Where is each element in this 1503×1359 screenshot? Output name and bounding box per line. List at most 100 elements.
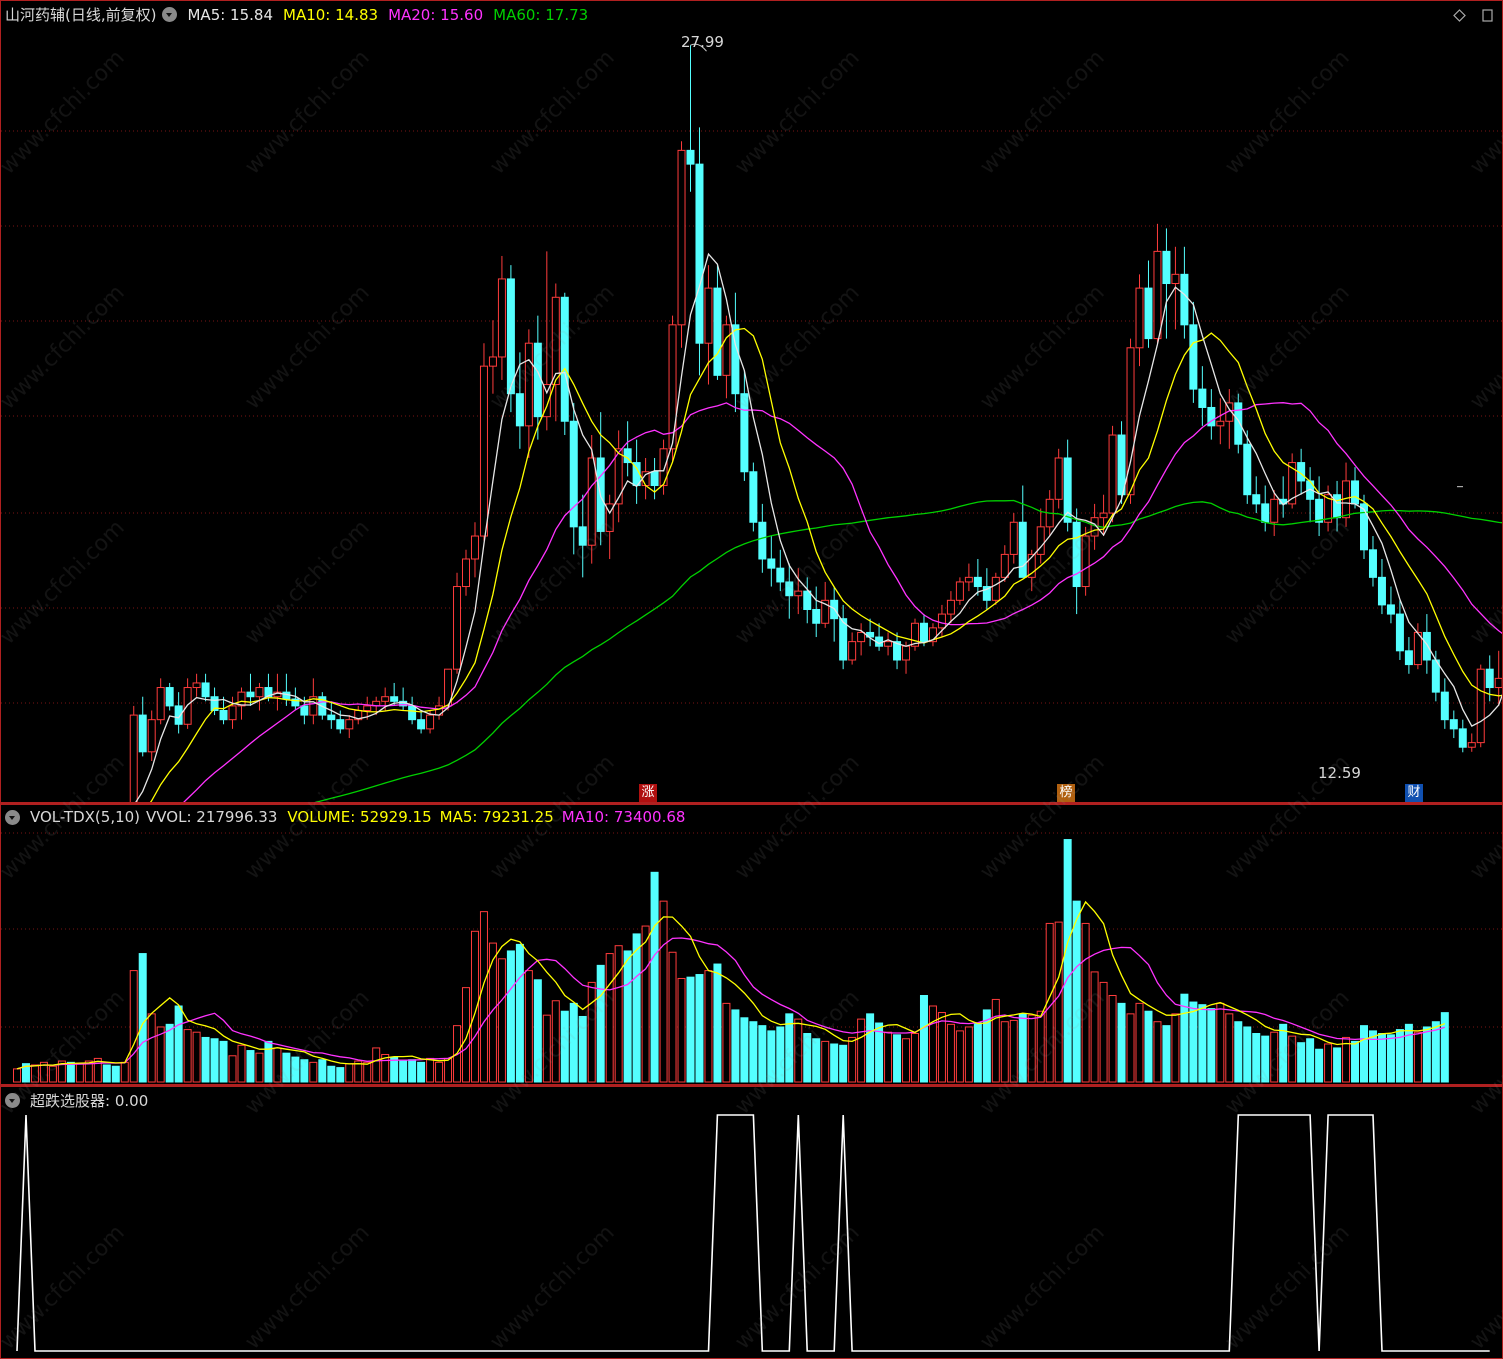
volume-bar-down	[1351, 1040, 1360, 1083]
volume-bar-down	[596, 964, 605, 1083]
candle-down	[1395, 613, 1404, 652]
candle-down	[578, 526, 587, 546]
candle-up	[1171, 273, 1180, 285]
volume-bar-up	[1054, 921, 1063, 1083]
volume-bar-up	[677, 977, 686, 1083]
candle-up	[345, 719, 354, 730]
limit-up-tag[interactable]: 涨	[639, 784, 657, 802]
candle-down	[201, 682, 210, 698]
volume-bar-down	[506, 950, 515, 1083]
volume-bar-up	[614, 945, 623, 1083]
volume-pane[interactable]: VOL-TDX(5,10) VVOL: 217996.33 VOLUME: 52…	[0, 803, 1503, 1085]
volume-bar-up	[255, 1052, 264, 1083]
volume-bar-up	[444, 1057, 453, 1083]
volume-bar-up	[273, 1047, 282, 1083]
volume-bar-up	[946, 1023, 955, 1083]
volume-bar-up	[120, 1061, 129, 1083]
volume-bar-up	[641, 925, 650, 1083]
volume-bar-down	[399, 1060, 408, 1083]
candle-up	[902, 645, 911, 661]
volume-bar-down	[893, 1034, 902, 1083]
volume-bar-up	[75, 1063, 84, 1083]
price-pane[interactable]: 山河药辅(日线,前复权) MA5: 15.84 MA10: 14.83 MA20…	[0, 0, 1503, 803]
volume-bar-down	[219, 1040, 228, 1083]
volume-bar-down	[776, 1026, 785, 1083]
indicator-dropdown-icon[interactable]	[162, 7, 178, 22]
volume-bar-down	[165, 1023, 174, 1083]
vvol-readout: VVOL: 217996.33	[146, 808, 278, 826]
candle-down	[1189, 324, 1198, 390]
indicator2-dropdown-icon[interactable]	[5, 1093, 20, 1108]
volume-bar-up	[605, 953, 614, 1083]
candle-down	[695, 163, 704, 344]
volume-chart[interactable]	[1, 805, 1502, 1085]
volume-bar-up	[426, 1057, 435, 1083]
candle-down	[749, 471, 758, 523]
volume-bar-down	[246, 1050, 255, 1083]
volume-bar-up	[659, 900, 668, 1083]
volume-dropdown-icon[interactable]	[5, 809, 20, 825]
candle-down	[758, 521, 767, 560]
indicator-name[interactable]: 超跌选股器	[30, 1090, 105, 1111]
candle-up	[470, 535, 479, 560]
candle-down	[246, 691, 255, 698]
volume-bar-up	[1153, 1021, 1162, 1083]
oversold-selector-chart[interactable]	[1, 1087, 1502, 1359]
candle-up	[587, 457, 596, 546]
volume-bar-up	[1090, 971, 1099, 1083]
candle-down	[839, 618, 848, 661]
volume-bar-up	[183, 1029, 192, 1083]
stock-title[interactable]: 山河药辅(日线,前复权)	[5, 4, 156, 25]
volume-bar-up	[13, 1068, 21, 1083]
candle-up	[1153, 250, 1162, 340]
finance-tag[interactable]: 财	[1405, 784, 1423, 802]
candle-down	[1243, 443, 1252, 496]
volume-bar-down	[300, 1059, 309, 1083]
vol-indicator-name[interactable]: VOL-TDX(5,10)	[30, 808, 140, 826]
candle-down	[408, 705, 417, 721]
volume-bar-up	[857, 1018, 866, 1083]
window-restore-icon[interactable]	[1481, 9, 1494, 22]
volume-bar-down	[866, 1013, 875, 1083]
volume-bar-down	[812, 1038, 821, 1083]
candle-up	[381, 696, 390, 702]
candle-up	[237, 691, 246, 707]
volume-bar-down	[174, 1005, 183, 1083]
candle-up	[946, 599, 955, 615]
candle-down	[812, 608, 821, 624]
volume-bar-up	[955, 1030, 964, 1083]
volume-bar-down	[632, 933, 641, 1083]
high-price-label: 27.99	[681, 33, 724, 51]
price-chart[interactable]	[1, 1, 1502, 802]
volume-bar-up	[542, 1014, 551, 1083]
volume-bar-down	[749, 1021, 758, 1083]
volume-bar-down	[695, 974, 704, 1083]
candle-down	[785, 581, 794, 597]
candle-down	[1333, 494, 1342, 519]
candle-down	[1368, 549, 1377, 578]
candle-up	[857, 631, 866, 643]
candle-down	[650, 471, 659, 487]
candle-down	[327, 714, 336, 721]
volume-bar-down	[740, 1017, 749, 1083]
candle-down	[1377, 576, 1386, 606]
volume-bar-up	[228, 1055, 237, 1083]
candle-down	[686, 149, 695, 165]
volume-bar-up	[1171, 1013, 1180, 1083]
indicator-pane[interactable]: 超跌选股器 : 0.00	[0, 1085, 1503, 1359]
candle-down	[1261, 503, 1270, 523]
volume-bar-up	[1126, 1013, 1135, 1083]
candle-down	[1252, 494, 1261, 505]
candle-up	[991, 576, 1000, 601]
leaderboard-tag[interactable]: 榜	[1057, 784, 1075, 802]
volume-bar-down	[919, 995, 928, 1083]
candle-down	[1404, 650, 1413, 666]
volume-bar-down	[336, 1067, 345, 1083]
candle-up	[1000, 553, 1009, 578]
volume-bar-up	[722, 1002, 731, 1083]
candle-up	[722, 324, 731, 376]
volume-bar-down	[282, 1052, 291, 1083]
diamond-icon[interactable]	[1453, 9, 1466, 22]
volume-bar-down	[758, 1025, 767, 1083]
volume-bar-down	[1315, 1048, 1324, 1083]
